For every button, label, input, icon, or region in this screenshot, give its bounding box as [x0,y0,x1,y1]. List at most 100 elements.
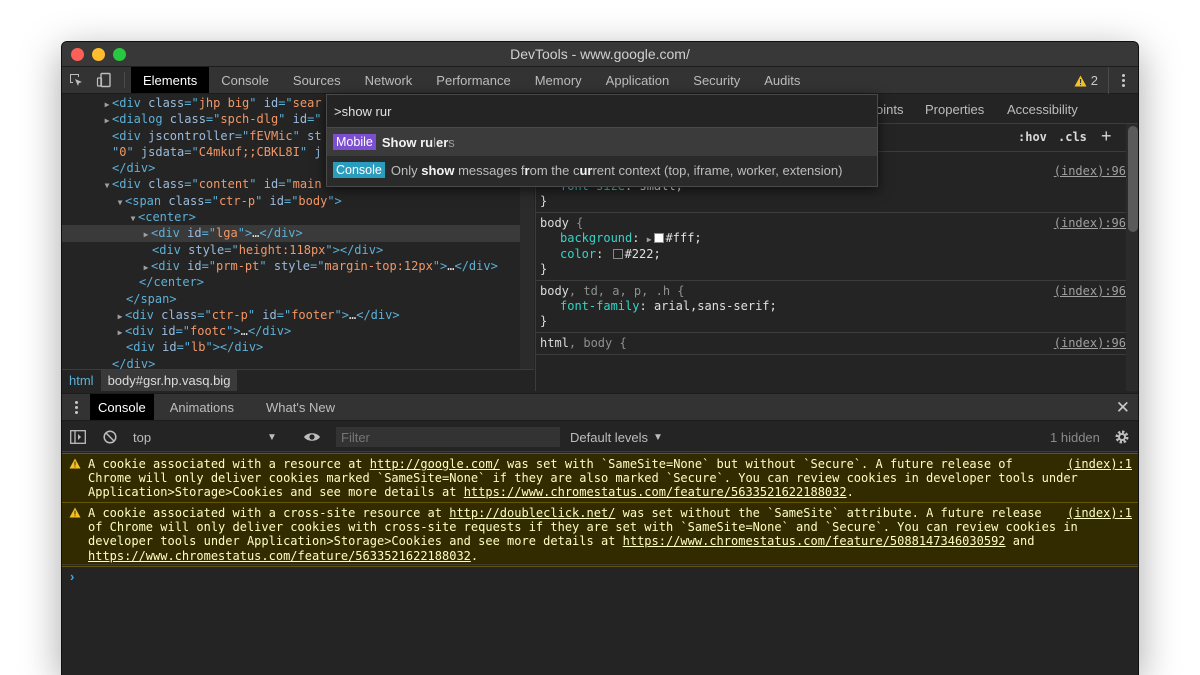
maximize-window-button[interactable] [113,48,126,61]
tab-event-breakpoints[interactable]: oints [876,102,903,117]
css-property-name[interactable]: color [560,247,596,261]
rule-source-link[interactable]: (index):96 [1054,336,1126,351]
console-warning-message: (index):1 A cookie associated with a reso… [62,453,1138,504]
message-source-link[interactable]: (index):1 [1067,506,1132,520]
tab-memory[interactable]: Memory [523,67,594,93]
css-declaration[interactable]: background: ▶ #fff; [540,231,1136,247]
color-swatch[interactable] [653,233,664,243]
dom-node[interactable]: ▼ <span class="ctr-p" id="body"> [62,193,534,209]
dom-node[interactable]: ▶ <div id="prm-pt" style="margin-top:12px… [62,258,534,274]
device-toolbar-icon[interactable] [90,67,118,93]
inspect-element-icon[interactable] [62,67,90,93]
css-property-name[interactable]: font-family [560,299,639,313]
tab-performance[interactable]: Performance [424,67,522,93]
breadcrumb-item[interactable]: body#gsr.hp.vasq.big [100,370,238,391]
clear-console-icon[interactable] [103,422,117,452]
css-property-value[interactable]: #222; [625,247,661,261]
dom-node[interactable]: ▶ <div id="lga">…</div> [62,225,534,243]
message-source-link[interactable]: (index):1 [1067,457,1132,471]
expanded-triangle-icon[interactable]: ▼ [128,211,138,227]
rule-closing-brace: } [540,194,548,208]
console-sidebar-icon[interactable] [70,422,86,452]
rule-source-link[interactable]: (index):96 [1054,164,1126,179]
collapsed-triangle-icon[interactable]: ▶ [102,113,112,129]
command-menu-item[interactable]: Console Only show messages from the curre… [327,156,877,184]
message-link[interactable]: https://www.chromestatus.com/feature/563… [88,549,471,563]
rule-source-link[interactable]: (index):96 [1054,284,1126,299]
console-prompt[interactable]: › [70,569,74,584]
message-link[interactable]: https://www.chromestatus.com/feature/508… [623,534,1006,548]
warning-counter[interactable]: 2 [1064,73,1108,88]
tab-application[interactable]: Application [594,67,682,93]
tab-audits[interactable]: Audits [752,67,812,93]
expand-shorthand-icon[interactable]: ▶ [647,235,652,244]
dom-node[interactable]: ▶ <div id="footc">…</div> [62,323,534,339]
dom-node[interactable]: <div style="height:118px"></div> [62,242,534,258]
tab-security[interactable]: Security [681,67,752,93]
drawer-tab-console[interactable]: Console [90,394,154,420]
close-drawer-icon[interactable]: ✕ [1116,398,1130,418]
css-property-value[interactable]: #fff; [666,231,702,245]
drawer-tab-animations[interactable]: Animations [154,394,250,420]
collapsed-triangle-icon[interactable]: ▶ [141,227,151,243]
color-swatch[interactable] [612,249,623,259]
tab-properties[interactable]: Properties [925,102,984,117]
context-selector[interactable]: top ▼ [133,422,283,452]
dom-node[interactable]: </div> [62,356,534,369]
dom-token: "> [334,307,349,322]
message-link[interactable]: http://doubleclick.net/ [449,506,615,520]
new-style-rule-button[interactable]: + [1101,126,1112,147]
tab-console[interactable]: Console [209,67,281,93]
rule-selector-rest[interactable]: , td, a, p, .h { [569,284,685,298]
rule-selector[interactable]: html [540,336,569,350]
dom-node[interactable]: ▶ <div class="ctr-p" id="footer">…</div> [62,307,534,323]
expanded-triangle-icon[interactable]: ▼ [102,178,112,194]
tab-sources[interactable]: Sources [281,67,353,93]
console-settings-gear-icon[interactable] [1114,422,1130,452]
console-filter-input[interactable] [336,427,560,447]
command-input[interactable]: >show rur [327,95,877,128]
dom-token: id [187,226,202,241]
rule-selector[interactable]: body [540,284,569,298]
rule-selector[interactable]: body [540,216,569,230]
styles-scroll-thumb[interactable] [1128,126,1138,232]
dom-token: </div> [247,324,292,339]
css-property-value[interactable]: arial,sans-serif; [654,299,777,313]
hover-state-toggle[interactable]: :hov [1018,130,1047,144]
css-property-name[interactable]: background [560,231,632,245]
more-options-icon[interactable] [1108,67,1138,94]
live-expression-eye-icon[interactable] [303,422,321,452]
drawer-tabbar: Console Animations What's New ✕ [62,393,1138,421]
rule-source-link[interactable]: (index):96 [1054,216,1126,231]
class-toggle[interactable]: .cls [1058,130,1087,144]
dom-token: " [259,258,274,273]
tab-network[interactable]: Network [353,67,425,93]
dom-token: <div [125,324,162,339]
message-text: . [470,548,479,563]
dom-token: … [240,324,248,339]
css-declaration[interactable]: font-family: arial,sans-serif; [540,299,1136,314]
css-declaration[interactable]: color: #222; [540,247,1136,262]
minimize-window-button[interactable] [92,48,105,61]
warning-icon [69,507,81,518]
dom-node[interactable]: </span> [62,291,534,307]
close-window-button[interactable] [71,48,84,61]
message-link[interactable]: http://google.com/ [370,457,500,471]
dom-token: " [249,177,264,192]
command-menu-item[interactable]: Mobile Show rulers [327,128,877,156]
drawer-tab-what-s-new[interactable]: What's New [250,394,351,420]
command-label-segment: s [448,134,455,150]
collapsed-triangle-icon[interactable]: ▶ [115,325,125,341]
breadcrumb-item[interactable]: html [62,373,101,388]
tab-accessibility[interactable]: Accessibility [1007,102,1078,117]
expanded-triangle-icon[interactable]: ▼ [115,195,125,211]
log-levels-dropdown[interactable]: Default levels ▼ [570,422,663,452]
rule-selector-rest[interactable]: , body { [569,336,627,350]
dom-node[interactable]: ▼ <center> [62,209,534,225]
dom-node[interactable]: </center> [62,274,534,290]
message-link[interactable]: https://www.chromestatus.com/feature/563… [464,485,847,499]
rule-selector-rest[interactable]: { [569,216,583,230]
dom-node[interactable]: <div id="lb"></div> [62,339,534,355]
tab-elements[interactable]: Elements [131,67,210,93]
drawer-menu-icon[interactable] [62,394,90,420]
